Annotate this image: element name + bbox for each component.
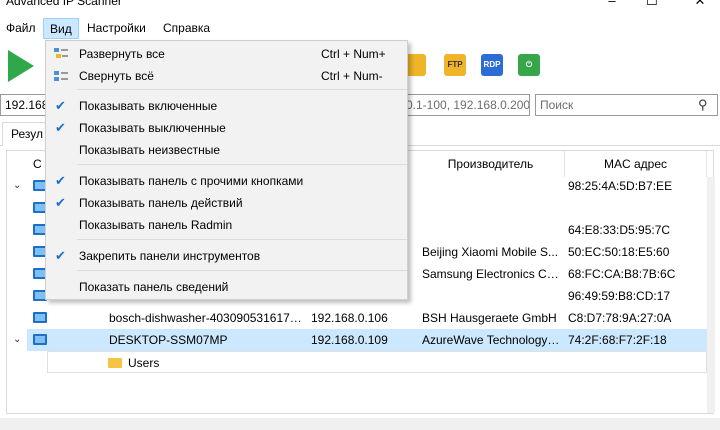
menu-item-show-actions-panel[interactable]: ✔ Показывать панель действий <box>46 192 407 214</box>
share-name: Users <box>128 356 160 370</box>
header-mac[interactable]: MAC адрес <box>565 151 707 177</box>
minimize-icon[interactable]: – <box>602 0 622 10</box>
menu-bar: Файл Вид Настройки Справка <box>0 18 720 40</box>
search-placeholder: Поиск <box>540 98 574 112</box>
vendor-cell: Beijing Xiaomi Mobile S... <box>422 245 559 259</box>
menu-view[interactable]: Вид <box>43 18 79 39</box>
expand-icon <box>54 48 68 58</box>
header-vendor[interactable]: Производитель <box>417 151 565 177</box>
rdp-icon[interactable]: RDP <box>481 54 503 76</box>
menu-item-show-unknown[interactable]: Показывать неизвестные <box>46 139 407 161</box>
menu-item-expand-all[interactable]: Развернуть все Ctrl + Num+ <box>46 43 407 65</box>
check-icon: ✔ <box>55 195 66 210</box>
menu-separator <box>77 270 407 271</box>
vendor-cell: AzureWave Technology I... <box>422 333 562 347</box>
menu-item-lock-toolbars[interactable]: ✔ Закрепить панели инструментов <box>46 245 407 267</box>
folder-icon <box>108 358 122 368</box>
mac-cell: C8:D7:78:9A:27:0A <box>568 311 672 325</box>
check-icon: ✔ <box>55 120 66 135</box>
title-bar: Advanced IP Scanner – ☐ ✕ <box>0 0 720 17</box>
window-title: Advanced IP Scanner <box>6 0 122 8</box>
maximize-icon[interactable]: ☐ <box>642 0 662 10</box>
view-menu-dropdown: Развернуть все Ctrl + Num+ Свернуть всё … <box>45 40 408 300</box>
vendor-cell: BSH Hausgeraete GmbH <box>422 311 557 325</box>
ip-range-value: 192.168 <box>5 98 49 112</box>
table-row-selected[interactable]: DESKTOP-SSM07MP 192.168.0.109 AzureWave … <box>27 329 707 351</box>
mac-cell: 96:49:59:B8:CD:17 <box>568 289 671 303</box>
expand-chevron-icon[interactable]: ⌄ <box>13 175 23 197</box>
vendor-cell: Samsung Electronics Co... <box>422 267 562 281</box>
menu-help[interactable]: Справка <box>157 18 216 39</box>
check-icon: ✔ <box>55 173 66 188</box>
menu-item-show-details-panel[interactable]: Показать панель сведений <box>46 276 407 298</box>
mac-cell: 50:EC:50:18:E5:60 <box>568 245 670 259</box>
menu-item-collapse-all[interactable]: Свернуть всё Ctrl + Num- <box>46 65 407 87</box>
menu-separator <box>77 164 407 165</box>
ip-cell: 192.168.0.106 <box>311 311 388 325</box>
menu-separator <box>77 239 407 240</box>
name-cell: bosch-dishwasher-4030905316170... <box>109 311 304 325</box>
play-icon[interactable] <box>8 50 34 82</box>
search-input[interactable]: Поиск ⚲ <box>535 94 718 116</box>
menu-file[interactable]: Файл <box>0 18 42 39</box>
menu-item-show-radmin-panel[interactable]: Показывать панель Radmin <box>46 214 407 236</box>
menu-item-show-misc-panel[interactable]: ✔ Показывать панель с прочими кнопками <box>46 170 407 192</box>
computer-icon <box>33 334 47 345</box>
vertical-scrollbar[interactable] <box>707 177 715 413</box>
menu-settings[interactable]: Настройки <box>81 18 152 39</box>
power-icon[interactable]: ⏻ <box>518 54 540 76</box>
mac-cell: 68:FC:CA:B8:7B:6C <box>568 267 676 281</box>
child-row[interactable]: Users <box>47 351 707 373</box>
ip-cell: 192.168.0.109 <box>311 333 388 347</box>
folder-icon[interactable]: FTP <box>444 54 466 76</box>
ip-range-hint: 0.1-100, 192.168.0.200 <box>406 98 530 112</box>
computer-icon <box>33 312 47 323</box>
collapse-chevron-icon[interactable]: ⌄ <box>13 329 23 351</box>
collapse-icon <box>54 71 68 81</box>
check-icon: ✔ <box>55 98 66 113</box>
close-icon[interactable]: ✕ <box>690 0 710 10</box>
check-icon: ✔ <box>55 248 66 263</box>
search-icon[interactable]: ⚲ <box>698 95 708 115</box>
mac-cell: 74:2F:68:F7:2F:18 <box>568 333 667 347</box>
mac-cell: 64:E8:33:D5:95:7C <box>568 223 671 237</box>
menu-item-show-offline[interactable]: ✔ Показывать выключенные <box>46 117 407 139</box>
name-cell: DESKTOP-SSM07MP <box>109 333 228 347</box>
menu-separator <box>77 89 407 90</box>
table-row[interactable]: bosch-dishwasher-4030905316170... 192.16… <box>7 307 707 329</box>
mac-cell: 98:25:4A:5D:B7:EE <box>568 179 673 193</box>
menu-item-show-online[interactable]: ✔ Показывать включенные <box>46 95 407 117</box>
status-bar <box>0 418 720 430</box>
